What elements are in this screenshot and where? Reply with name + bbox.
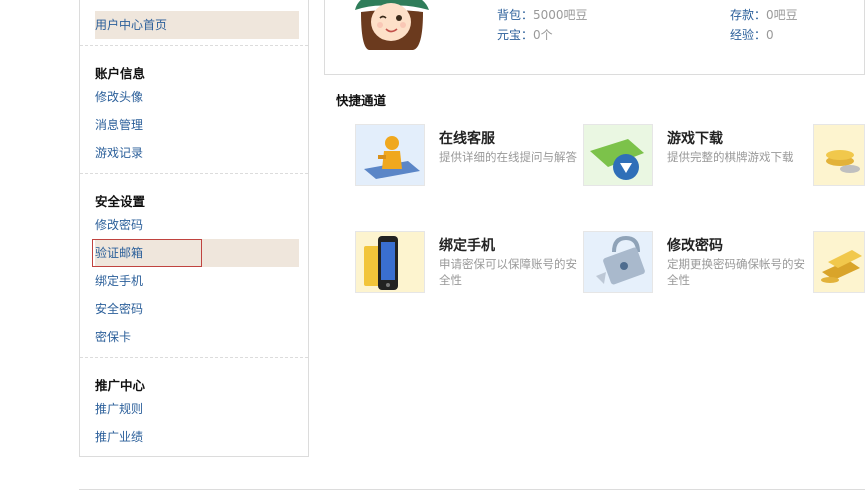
- quick-tile-bind-phone[interactable]: 绑定手机 申请密保可以保障账号的安全性: [355, 231, 577, 311]
- quick-tile-customer-service[interactable]: 在线客服 提供详细的在线提问与解答: [355, 124, 577, 204]
- quick-access-title: 快捷通道: [336, 93, 387, 108]
- section-title-security: 安全设置: [95, 194, 146, 209]
- quick-tile-change-password[interactable]: 修改密码 定期更换密码确保帐号的安全性: [583, 231, 805, 311]
- tile-description: 申请密保可以保障账号的安全性: [439, 257, 577, 287]
- tile-title: 修改密码: [667, 238, 723, 254]
- tile-title: 游戏下载: [667, 131, 723, 147]
- yuanbao-value: 0个: [533, 28, 553, 42]
- experience-value: 0: [766, 28, 774, 42]
- padlock-icon: [583, 231, 653, 293]
- sidebar-item-promotion-results[interactable]: 推广业绩: [95, 423, 299, 451]
- footer-divider: [79, 489, 865, 490]
- tile-description: 提供完整的棋牌游戏下载: [667, 150, 794, 164]
- sidebar-item-messages[interactable]: 消息管理: [95, 111, 299, 139]
- sidebar-item-change-password[interactable]: 修改密码: [95, 211, 299, 239]
- divider: [80, 45, 308, 46]
- coins-icon[interactable]: [813, 124, 865, 186]
- sidebar-item-change-avatar[interactable]: 修改头像: [95, 83, 299, 111]
- backpack-label: 背包：: [497, 8, 534, 22]
- deposit-label: 存款：: [730, 8, 767, 22]
- experience-stat: 经验：0: [730, 26, 774, 43]
- customer-service-icon: [355, 124, 425, 186]
- highlight-box: [92, 239, 202, 267]
- sidebar-item-home[interactable]: 用户中心首页: [95, 11, 299, 39]
- sidebar-item-verify-email[interactable]: 验证邮箱: [92, 239, 299, 267]
- quick-tile-game-download[interactable]: 游戏下载 提供完整的棋牌游戏下载: [583, 124, 794, 204]
- yuanbao-label: 元宝：: [497, 28, 534, 42]
- avatar: [355, 0, 429, 50]
- download-icon: [583, 124, 653, 186]
- deposit-value: 0吧豆: [766, 8, 798, 22]
- mobile-phone-icon: [355, 231, 425, 293]
- tile-title: 在线客服: [439, 131, 495, 147]
- sidebar-item-promotion-rules[interactable]: 推广规则: [95, 395, 299, 423]
- divider: [80, 357, 308, 358]
- deposit-stat: 存款：0吧豆: [730, 6, 798, 23]
- sidebar-item-security-card[interactable]: 密保卡: [95, 323, 299, 351]
- section-title-promotion: 推广中心: [95, 378, 146, 393]
- sidebar-item-bind-phone[interactable]: 绑定手机: [95, 267, 299, 295]
- backpack-stat: 背包：5000吧豆: [497, 6, 588, 23]
- sidebar: 用户中心首页 账户信息 修改头像 消息管理 游戏记录 安全设置 修改密码 验证邮…: [79, 0, 309, 457]
- tile-description: 定期更换密码确保帐号的安全性: [667, 257, 805, 287]
- yuanbao-stat: 元宝：0个: [497, 26, 553, 43]
- tile-description: 提供详细的在线提问与解答: [439, 150, 577, 164]
- section-title-account: 账户信息: [95, 66, 146, 81]
- sidebar-item-game-records[interactable]: 游戏记录: [95, 139, 299, 167]
- experience-label: 经验：: [730, 28, 767, 42]
- backpack-value: 5000吧豆: [533, 8, 588, 22]
- tile-title: 绑定手机: [439, 238, 495, 254]
- gold-bars-icon[interactable]: [813, 231, 865, 293]
- divider: [80, 173, 308, 174]
- sidebar-item-security-password[interactable]: 安全密码: [95, 295, 299, 323]
